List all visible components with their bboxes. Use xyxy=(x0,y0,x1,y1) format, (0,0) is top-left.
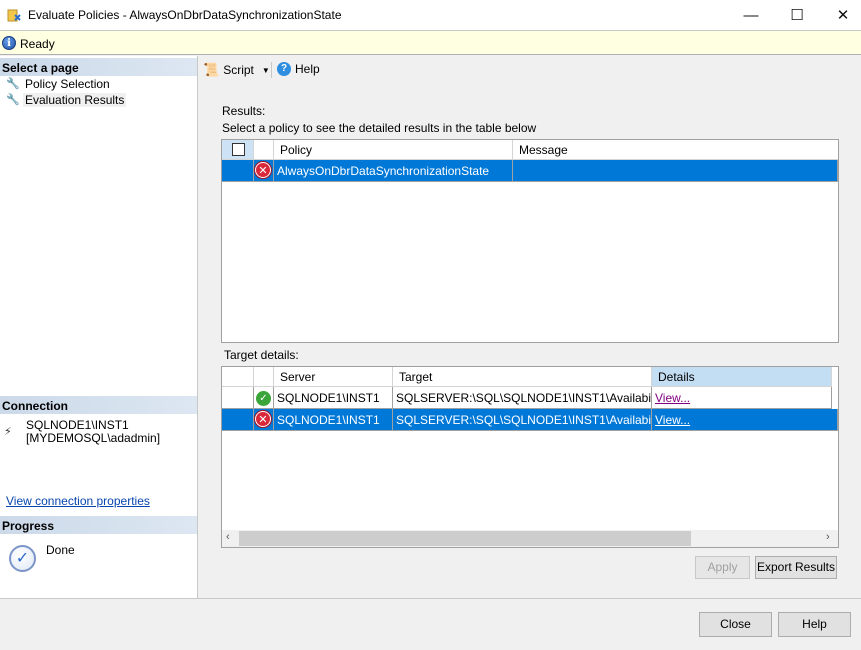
server-cell: SQLNODE1\INST1 xyxy=(274,387,393,409)
status-column-header xyxy=(254,140,274,160)
page-item-label: Policy Selection xyxy=(25,77,110,91)
progress-status-text: Done xyxy=(46,543,75,557)
select-all-header[interactable] xyxy=(222,140,254,160)
target-details-grid: Server Target Details ✓ SQLNODE1\INST1 S… xyxy=(221,366,839,548)
help-icon: ? xyxy=(277,62,291,76)
chevron-down-icon: ▼ xyxy=(261,65,270,75)
target-details-label: Target details: xyxy=(224,348,299,362)
status-bar: i Ready xyxy=(0,30,861,55)
page-item-evaluation-results[interactable]: 🔧 Evaluation Results xyxy=(6,92,127,108)
select-page-header: Select a page xyxy=(0,58,197,76)
target-column-header[interactable]: Target xyxy=(393,367,652,387)
export-results-button[interactable]: Export Results xyxy=(755,556,837,579)
server-column-header[interactable]: Server xyxy=(274,367,393,387)
scrollbar-thumb[interactable] xyxy=(239,531,691,546)
target-cell: SQLSERVER:\SQL\SQLNODE1\INST1\Availabili… xyxy=(393,387,652,409)
row-header-column xyxy=(222,367,254,387)
horizontal-scrollbar[interactable]: ‹ › xyxy=(222,530,838,547)
minimize-icon: — xyxy=(743,6,759,24)
toolbar-divider xyxy=(271,62,272,78)
status-cell: ✕ xyxy=(254,160,274,182)
policy-cell: AlwaysOnDbrDataSynchronizationState xyxy=(274,160,513,182)
server-cell: SQLNODE1\INST1 xyxy=(274,409,393,431)
help-button[interactable]: Help xyxy=(778,612,851,637)
message-cell xyxy=(513,160,838,182)
status-text: Ready xyxy=(20,37,55,51)
success-check-icon: ✓ xyxy=(256,391,271,406)
progress-done-check-icon: ✓ xyxy=(9,545,36,572)
progress-header: Progress xyxy=(0,516,197,534)
page-item-label: Evaluation Results xyxy=(23,93,127,107)
close-icon: ✕ xyxy=(836,7,850,24)
results-grid: Policy Message ✕ AlwaysOnDbrDataSynchron… xyxy=(221,139,839,343)
maximize-icon: ☐ xyxy=(790,7,804,24)
scroll-left-icon[interactable]: ‹ xyxy=(226,531,230,543)
target-row[interactable]: ✕ SQLNODE1\INST1 SQLSERVER:\SQL\SQLNODE1… xyxy=(222,409,838,431)
details-column-header[interactable]: Details xyxy=(652,367,832,387)
maximize-button[interactable]: ☐ xyxy=(774,0,820,30)
status-column-header xyxy=(254,367,274,387)
wrench-icon: 🔧 xyxy=(6,77,20,90)
close-button[interactable]: Close xyxy=(699,612,772,637)
script-icon: 📜 xyxy=(203,62,220,77)
select-all-checkbox[interactable] xyxy=(232,143,245,156)
results-instruction: Select a policy to see the detailed resu… xyxy=(222,121,537,135)
status-cell: ✓ xyxy=(254,387,274,409)
status-cell: ✕ xyxy=(254,409,274,431)
target-row[interactable]: ✓ SQLNODE1\INST1 SQLSERVER:\SQL\SQLNODE1… xyxy=(222,387,838,409)
target-cell: SQLSERVER:\SQL\SQLNODE1\INST1\Availabili… xyxy=(393,409,652,431)
window-title: Evaluate Policies - AlwaysOnDbrDataSynch… xyxy=(28,8,342,22)
help-label: Help xyxy=(295,62,320,76)
close-window-button[interactable]: ✕ xyxy=(820,0,861,30)
view-details-link[interactable]: View... xyxy=(655,391,690,405)
footer-divider xyxy=(0,598,861,599)
help-toolbar-button[interactable]: ? Help xyxy=(277,62,320,76)
view-connection-properties-link[interactable]: View connection properties xyxy=(6,494,150,508)
results-label: Results: xyxy=(222,104,266,118)
error-icon: ✕ xyxy=(255,162,271,178)
wrench-icon: 🔧 xyxy=(6,93,20,106)
connection-user: [MYDEMOSQL\adadmin] xyxy=(26,431,161,445)
view-details-link[interactable]: View... xyxy=(655,413,690,427)
toolbar: 📜 Script ▼ ? Help xyxy=(199,56,861,83)
title-bar: Evaluate Policies - AlwaysOnDbrDataSynch… xyxy=(0,0,861,30)
row-header-cell[interactable] xyxy=(222,387,254,409)
minimize-button[interactable]: — xyxy=(728,0,774,30)
apply-button[interactable]: Apply xyxy=(695,556,750,579)
message-column-header[interactable]: Message xyxy=(513,140,838,160)
row-header-cell[interactable] xyxy=(222,409,254,431)
details-cell: View... xyxy=(652,387,832,409)
evaluate-policies-app-icon xyxy=(7,9,21,22)
row-checkbox-cell[interactable] xyxy=(222,160,254,182)
scroll-right-icon[interactable]: › xyxy=(826,531,830,543)
info-icon: i xyxy=(2,36,16,50)
connection-plug-icon: ⚡ xyxy=(4,426,12,438)
page-item-policy-selection[interactable]: 🔧 Policy Selection xyxy=(6,76,112,92)
connection-info: SQLNODE1\INST1 [MYDEMOSQL\adadmin] xyxy=(26,419,160,445)
policy-column-header[interactable]: Policy xyxy=(274,140,513,160)
details-cell: View... xyxy=(652,409,838,431)
results-row[interactable]: ✕ AlwaysOnDbrDataSynchronizationState xyxy=(222,160,838,182)
script-button[interactable]: 📜 Script ▼ xyxy=(203,62,270,78)
error-icon: ✕ xyxy=(255,411,271,427)
connection-header: Connection xyxy=(0,396,197,414)
script-label: Script xyxy=(223,63,254,77)
